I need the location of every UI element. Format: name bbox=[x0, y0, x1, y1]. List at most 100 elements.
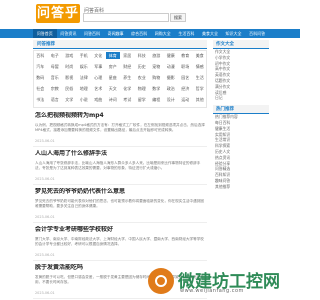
category-link[interactable]: 文学 bbox=[62, 96, 77, 103]
article-divider bbox=[33, 184, 207, 185]
nav-item[interactable]: 问答首页 bbox=[33, 29, 57, 38]
sidebar-section-title: 作文大全 bbox=[213, 40, 269, 49]
category-link[interactable]: 宠物 bbox=[149, 63, 164, 70]
search-button[interactable]: 搜索 bbox=[170, 13, 186, 22]
category-link[interactable]: 科技 bbox=[135, 52, 150, 59]
category-link[interactable]: 时尚 bbox=[62, 63, 77, 70]
category-link[interactable]: 汽车 bbox=[33, 63, 48, 70]
nav-item[interactable]: 网购大全 bbox=[151, 29, 175, 38]
nav-item[interactable]: 问答百科 bbox=[80, 29, 104, 38]
category-link[interactable]: 军事 bbox=[91, 63, 106, 70]
category-link[interactable]: 购物 bbox=[149, 74, 164, 81]
main-content: 问答推荐 百科 电子 游戏 手机 文化 体育 家居 科技 旅游 健康 教育 美食汽车 母婴 时尚 娱乐 军事房… bbox=[33, 40, 207, 300]
category-link[interactable]: 美食 bbox=[193, 52, 208, 59]
panel-title: 问答推荐 bbox=[33, 40, 207, 49]
category-link[interactable]: 体育 bbox=[105, 52, 120, 59]
category-link[interactable]: 养生 bbox=[120, 74, 135, 81]
category-link[interactable]: 星座 bbox=[106, 74, 121, 81]
category-link[interactable]: 诗词 bbox=[106, 96, 121, 103]
article-summary: 人山人海用了夸张修辞手法，比喻山人海指人海形人群众多人多人来。比喻是用来比作事物… bbox=[35, 161, 201, 170]
article-item: 怎么把视频视频转为mp4 以为例，把视频格式转换成mp4格式的方法有：打开格式工厂… bbox=[35, 112, 207, 144]
category-link[interactable]: 戏曲 bbox=[91, 96, 106, 103]
category-link[interactable]: 留学 bbox=[135, 96, 150, 103]
article-item: 梦见死去的爷爷奶奶代表什么意思 梦见死去的爷爷奶奶可能代表你对他们的思念，也可能预… bbox=[35, 188, 207, 220]
category-link[interactable]: 音乐 bbox=[48, 74, 63, 81]
nav-item[interactable]: 知识大全 bbox=[222, 29, 246, 38]
category-link[interactable]: 数码 bbox=[33, 74, 48, 81]
category-link[interactable]: 法律 bbox=[77, 74, 92, 81]
category-link[interactable]: 动漫 bbox=[164, 63, 179, 70]
category-link[interactable]: 小说 bbox=[77, 96, 92, 103]
nav-item[interactable]: 问答资讯 bbox=[57, 29, 81, 38]
article-divider bbox=[33, 222, 207, 223]
category-link[interactable]: 健康 bbox=[164, 52, 179, 59]
category-grid: 百科 电子 游戏 手机 文化 体育 家居 科技 旅游 健康 教育 美食汽车 母婴 时尚 娱乐 军事 房产 财经 历史… bbox=[33, 52, 207, 103]
category-link[interactable]: 其他 bbox=[193, 96, 208, 103]
category-link[interactable]: 农业 bbox=[135, 74, 150, 81]
article-summary: 梦见死去的爷爷奶奶可能代表你对他们的思念，也可能预示着你将要面临新的变化，你在现… bbox=[35, 199, 204, 208]
category-link[interactable]: 历史 bbox=[135, 63, 150, 70]
article-divider bbox=[33, 298, 207, 299]
category-link[interactable]: 书法 bbox=[33, 96, 48, 103]
category-link[interactable]: 数学 bbox=[149, 85, 164, 92]
category-link[interactable]: 游戏 bbox=[62, 52, 77, 59]
category-link[interactable]: 物理 bbox=[135, 85, 150, 92]
article-date: 2023-06-01 bbox=[35, 177, 55, 181]
category-link[interactable]: 经济 bbox=[178, 85, 193, 92]
category-link[interactable]: 百科 bbox=[33, 52, 48, 59]
category-link[interactable]: 艺术 bbox=[91, 85, 106, 92]
nav-item[interactable]: 百科问答 bbox=[245, 29, 269, 38]
category-link[interactable]: 娱乐 bbox=[77, 63, 92, 70]
category-link[interactable]: 社会 bbox=[33, 85, 48, 92]
category-link[interactable]: 运动 bbox=[178, 96, 193, 103]
category-link[interactable]: 语言 bbox=[48, 96, 63, 103]
category-link[interactable]: 母婴 bbox=[48, 63, 63, 70]
article-title[interactable]: 会计学专业考研哪些学校较好 bbox=[35, 226, 207, 234]
category-link[interactable]: 编程 bbox=[149, 96, 164, 103]
category-link[interactable]: 摄影 bbox=[164, 74, 179, 81]
nav-item[interactable]: 美食大全 bbox=[198, 29, 222, 38]
article-title[interactable]: 怎么把视频视频转为mp4 bbox=[35, 112, 207, 120]
search-input[interactable] bbox=[83, 13, 169, 22]
watermark: 微建坊工控网 www.weijianfang.com bbox=[148, 266, 298, 296]
article-divider bbox=[33, 260, 207, 261]
category-link[interactable]: 教育 bbox=[178, 52, 193, 59]
category-link[interactable]: 政治 bbox=[164, 85, 179, 92]
category-link[interactable]: 生活 bbox=[193, 74, 208, 81]
article-date: 2023-06-01 bbox=[35, 215, 55, 219]
category-link[interactable]: 心理 bbox=[91, 74, 106, 81]
category-link[interactable]: 园艺 bbox=[178, 74, 193, 81]
category-link[interactable]: 电子 bbox=[48, 52, 63, 59]
watermark-logo-icon bbox=[148, 268, 174, 294]
category-link[interactable]: 文化 bbox=[91, 52, 106, 59]
category-link[interactable]: 民俗 bbox=[62, 85, 77, 92]
category-link[interactable]: 手机 bbox=[77, 52, 92, 59]
category-link[interactable]: 情感 bbox=[193, 63, 208, 70]
sidebar-section-title: 热门推荐 bbox=[213, 105, 269, 115]
category-link[interactable]: 财经 bbox=[120, 63, 135, 70]
article-date: 2023-06-01 bbox=[35, 253, 55, 257]
nav-item[interactable]: 综合百科 bbox=[127, 29, 151, 38]
category-link[interactable]: 房产 bbox=[106, 63, 121, 70]
category-link[interactable]: 设计 bbox=[164, 96, 179, 103]
category-link[interactable]: 考试 bbox=[120, 96, 135, 103]
article-divider bbox=[33, 146, 207, 147]
category-link[interactable]: 地理 bbox=[77, 85, 92, 92]
category-link[interactable]: 天文 bbox=[106, 85, 121, 92]
category-link[interactable]: 职场 bbox=[178, 63, 193, 70]
category-link[interactable]: 影视 bbox=[62, 74, 77, 81]
category-link[interactable]: 旅游 bbox=[149, 52, 164, 59]
article-item: 会计学专业考研哪些学校较好 厦门大学、南京大学、中南财经政法大学、上海财经大学、中… bbox=[35, 226, 207, 258]
article-title[interactable]: 人山人海用了什么修辞手法 bbox=[35, 150, 207, 158]
category-link[interactable]: 哲学 bbox=[193, 85, 208, 92]
nav-item[interactable]: 奇闻趣事 bbox=[104, 29, 128, 38]
article-title[interactable]: 梦见死去的爷爷奶奶代表什么意思 bbox=[35, 188, 207, 196]
category-link[interactable]: 宗教 bbox=[48, 85, 63, 92]
article-date: 2023-06-01 bbox=[35, 139, 55, 143]
category-link[interactable]: 家居 bbox=[120, 52, 135, 59]
article-summary: 以为例，把视频格式转换成mp4格式的方法有：打开格式工厂软件，在左侧找到视频选项… bbox=[35, 123, 205, 132]
site-logo[interactable]: 问答乎 bbox=[36, 4, 80, 23]
category-link[interactable]: 化学 bbox=[120, 85, 135, 92]
nav-item[interactable]: 生活百科 bbox=[175, 29, 199, 38]
